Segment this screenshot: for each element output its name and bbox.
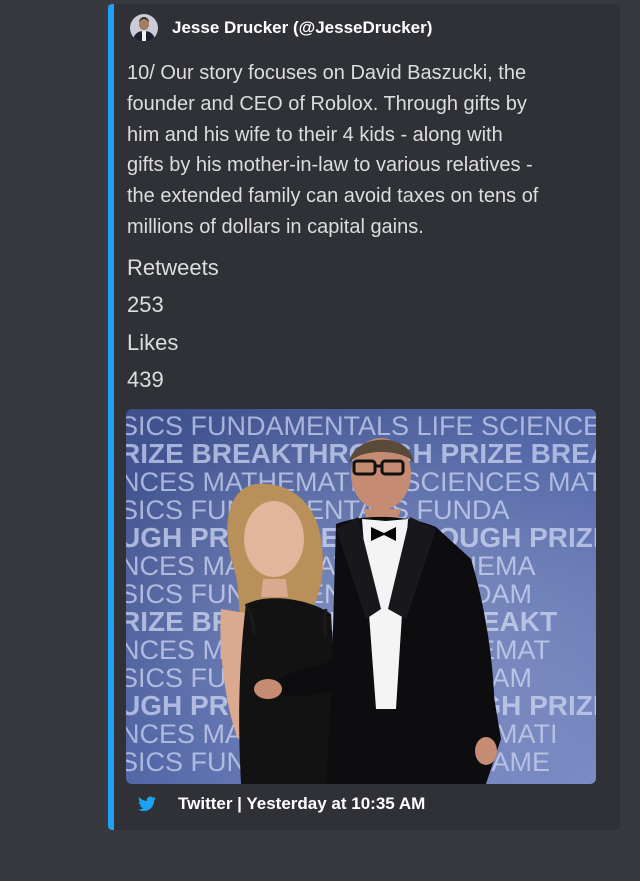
- embed-footer: Twitter | Yesterday at 10:35 AM: [138, 794, 425, 814]
- author-name[interactable]: Jesse Drucker (@JesseDrucker): [172, 18, 432, 38]
- tweet-text: 10/ Our story focuses on David Baszucki,…: [127, 62, 539, 238]
- field-likes-label: Likes: [127, 330, 179, 355]
- twitter-bird-icon: [138, 796, 156, 812]
- embed-author[interactable]: Jesse Drucker (@JesseDrucker): [130, 14, 432, 42]
- field-likes-value: 439: [127, 367, 164, 392]
- tweet-embed: Jesse Drucker (@JesseDrucker) 10/ Our st…: [108, 4, 620, 830]
- footer-text: Twitter | Yesterday at 10:35 AM: [178, 794, 426, 813]
- tweet-photo[interactable]: SICS FUNDAMENTALS LIFE SCIENCES MATHEMRI…: [126, 409, 596, 784]
- field-retweets-value: 253: [127, 292, 164, 317]
- author-avatar[interactable]: [130, 14, 158, 42]
- field-retweets-label: Retweets: [127, 255, 219, 280]
